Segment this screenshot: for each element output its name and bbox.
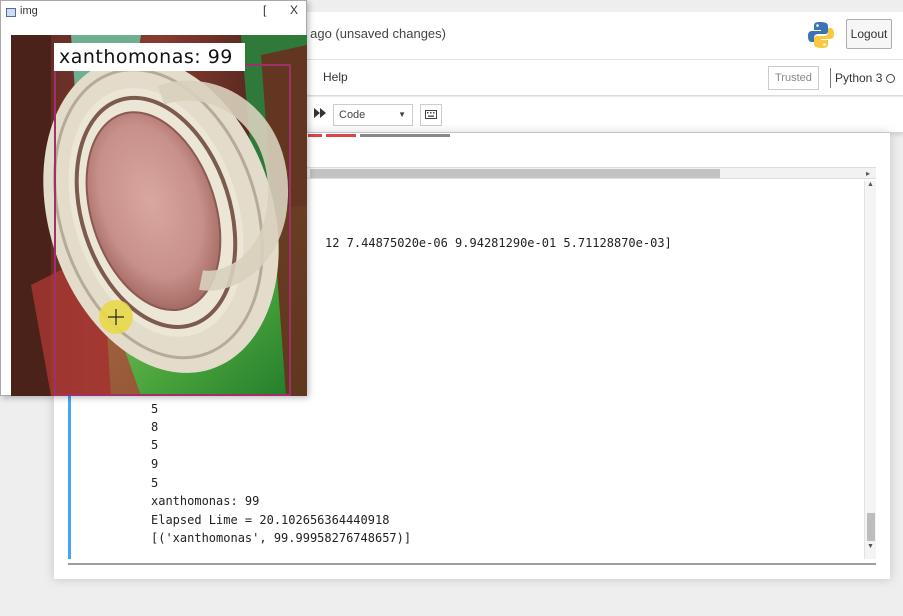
kernel-indicator: Python 3: [830, 68, 896, 88]
output-line: [('xanthomonas', 99.99958276748657)]: [151, 531, 412, 545]
banana-stem-illustration: [11, 35, 307, 396]
cell-divider: [68, 563, 876, 565]
kernel-name: Python 3: [835, 71, 883, 85]
output-line: xanthomonas: 99: [151, 494, 260, 508]
python-logo-icon: [808, 22, 834, 48]
output-line: Elapsed Lime = 20.102656364440918: [151, 513, 390, 527]
prediction-array-text: 12 7.44875020e-06 9.94281290e-01 5.71128…: [325, 236, 672, 250]
fast-forward-icon[interactable]: [309, 104, 331, 126]
output-line: 5: [151, 476, 159, 490]
image-window[interactable]: img [ X xanthomonas: 99: [0, 0, 307, 396]
scroll-right-icon[interactable]: ▸: [866, 169, 870, 178]
vertical-scrollbar[interactable]: ▲ ▼: [864, 181, 876, 559]
image-window-titlebar[interactable]: img [ X: [1, 1, 306, 35]
leaf-image: [11, 35, 307, 396]
output-line: 5: [151, 402, 159, 416]
horizontal-scroll-thumb[interactable]: [310, 169, 720, 178]
kernel-idle-icon: [886, 74, 896, 83]
detection-label: xanthomonas: 99: [54, 43, 245, 71]
output-line: 8: [151, 420, 159, 434]
output-line: 5: [151, 438, 159, 452]
save-status: s ago (unsaved changes): [300, 26, 446, 41]
vertical-scroll-thumb[interactable]: [867, 513, 875, 541]
horizontal-scrollbar[interactable]: [300, 167, 876, 179]
keyboard-icon[interactable]: [420, 104, 442, 126]
code-cell-remnant: [308, 132, 508, 144]
cell-type-select[interactable]: Code ▼: [333, 104, 413, 126]
logout-button[interactable]: Logout: [846, 19, 892, 49]
minimize-button[interactable]: [: [263, 3, 266, 17]
output-line: 9: [151, 457, 159, 471]
window-app-icon: [6, 8, 16, 17]
cell-type-value: Code: [339, 109, 366, 121]
chevron-down-icon: ▼: [398, 110, 406, 119]
close-button[interactable]: X: [290, 3, 298, 17]
image-window-title: img: [20, 5, 38, 17]
trusted-indicator[interactable]: Trusted: [768, 66, 819, 90]
scroll-down-icon[interactable]: ▼: [867, 543, 874, 550]
menu-help[interactable]: Help: [323, 70, 348, 84]
scroll-up-icon[interactable]: ▲: [867, 181, 874, 188]
